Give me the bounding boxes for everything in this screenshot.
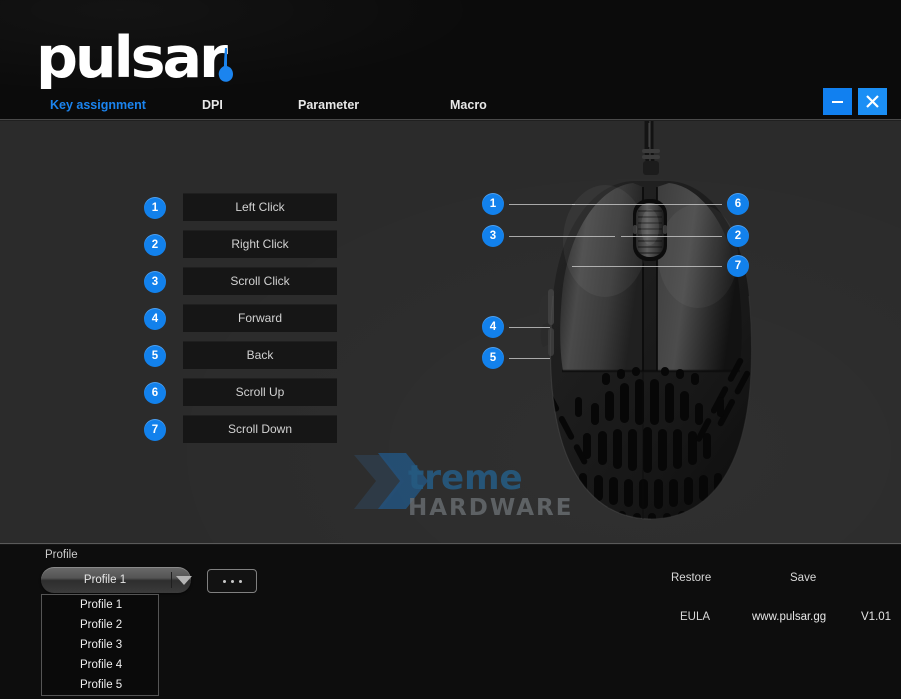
- profile-option-2[interactable]: Profile 2: [42, 615, 158, 635]
- leader-line-5: [509, 358, 550, 359]
- key-badge-3: 3: [144, 271, 166, 293]
- window-controls: [823, 88, 887, 115]
- tab-dpi[interactable]: DPI: [202, 98, 223, 112]
- key-button-scroll-down[interactable]: Scroll Down: [183, 415, 337, 443]
- profile-option-1[interactable]: Profile 1: [42, 595, 158, 615]
- profile-select-separator: [171, 572, 172, 588]
- callout-7: 7: [727, 255, 749, 277]
- profile-option-3[interactable]: Profile 3: [42, 635, 158, 655]
- key-button-left-click[interactable]: Left Click: [183, 193, 337, 221]
- version-label: V1.01: [861, 611, 892, 623]
- key-button-back[interactable]: Back: [183, 341, 337, 369]
- callout-6: 6: [727, 193, 749, 215]
- key-assignment-list: 1 Left Click 2 Right Click 3 Scroll Clic…: [0, 121, 360, 543]
- tab-macro[interactable]: Macro: [450, 98, 487, 112]
- leader-line-1: [509, 204, 575, 205]
- app-logo-text: pulsar: [36, 25, 228, 91]
- key-row-5: 5 Back: [0, 341, 360, 373]
- key-badge-4: 4: [144, 308, 166, 330]
- profile-option-5[interactable]: Profile 5: [42, 675, 158, 695]
- key-badge-6: 6: [144, 382, 166, 404]
- leader-line-6: [572, 204, 722, 205]
- key-row-1: 1 Left Click: [0, 193, 360, 225]
- key-badge-1: 1: [144, 197, 166, 219]
- dot-1: [222, 579, 226, 583]
- tab-parameter[interactable]: Parameter: [298, 98, 359, 112]
- pulsar-droplet-icon: [215, 46, 237, 86]
- pulsar-mouse-configurator-window: pulsar Key assignment DPI Parameter Macr…: [0, 0, 901, 699]
- key-button-scroll-up[interactable]: Scroll Up: [183, 378, 337, 406]
- mouse-body: [539, 181, 753, 520]
- title-bar: pulsar Key assignment DPI Parameter Macr…: [0, 0, 901, 121]
- key-badge-5: 5: [144, 345, 166, 367]
- key-button-forward[interactable]: Forward: [183, 304, 337, 332]
- close-button[interactable]: [858, 88, 887, 115]
- mouse-diagram: 6 2 7: [455, 121, 901, 543]
- callout-4: 4: [482, 316, 504, 338]
- callout-2: 2: [727, 225, 749, 247]
- profile-select-value: Profile 1: [83, 574, 127, 586]
- mouse-cable: [642, 121, 660, 175]
- key-badge-7: 7: [144, 419, 166, 441]
- minimize-icon: [832, 101, 843, 103]
- profile-dropdown-list: Profile 1 Profile 2 Profile 3 Profile 4 …: [41, 594, 159, 696]
- key-row-6: 6 Scroll Up: [0, 378, 360, 410]
- eula-button[interactable]: EULA: [680, 611, 710, 623]
- chevron-down-icon: [176, 576, 192, 585]
- leader-line-7: [572, 266, 722, 267]
- dot-3: [238, 579, 242, 583]
- key-badge-2: 2: [144, 234, 166, 256]
- profile-more-button[interactable]: [207, 569, 257, 593]
- restore-button[interactable]: Restore: [671, 572, 711, 584]
- callout-5: 5: [482, 347, 504, 369]
- leader-line-4: [509, 327, 550, 328]
- key-row-4: 4 Forward: [0, 304, 360, 336]
- key-row-7: 7 Scroll Down: [0, 415, 360, 447]
- callout-1: 1: [482, 193, 504, 215]
- callout-3: 3: [482, 225, 504, 247]
- leader-line-3: [509, 236, 615, 237]
- close-icon: [866, 95, 879, 108]
- key-row-3: 3 Scroll Click: [0, 267, 360, 299]
- website-link[interactable]: www.pulsar.gg: [752, 611, 826, 623]
- minimize-button[interactable]: [823, 88, 852, 115]
- main-content: 1 Left Click 2 Right Click 3 Scroll Clic…: [0, 121, 901, 543]
- tab-key-assignment[interactable]: Key assignment: [50, 98, 146, 112]
- key-button-scroll-click[interactable]: Scroll Click: [183, 267, 337, 295]
- key-row-2: 2 Right Click: [0, 230, 360, 262]
- main-tabs: Key assignment DPI Parameter Macro: [0, 98, 901, 121]
- mouse-illustration: [539, 121, 753, 520]
- key-button-right-click[interactable]: Right Click: [183, 230, 337, 258]
- profile-label: Profile: [45, 549, 78, 561]
- app-logo: pulsar: [36, 22, 237, 91]
- profile-select[interactable]: Profile 1: [41, 567, 192, 593]
- profile-option-4[interactable]: Profile 4: [42, 655, 158, 675]
- save-button[interactable]: Save: [790, 572, 816, 584]
- dot-2: [230, 579, 234, 583]
- leader-line-2: [621, 236, 722, 237]
